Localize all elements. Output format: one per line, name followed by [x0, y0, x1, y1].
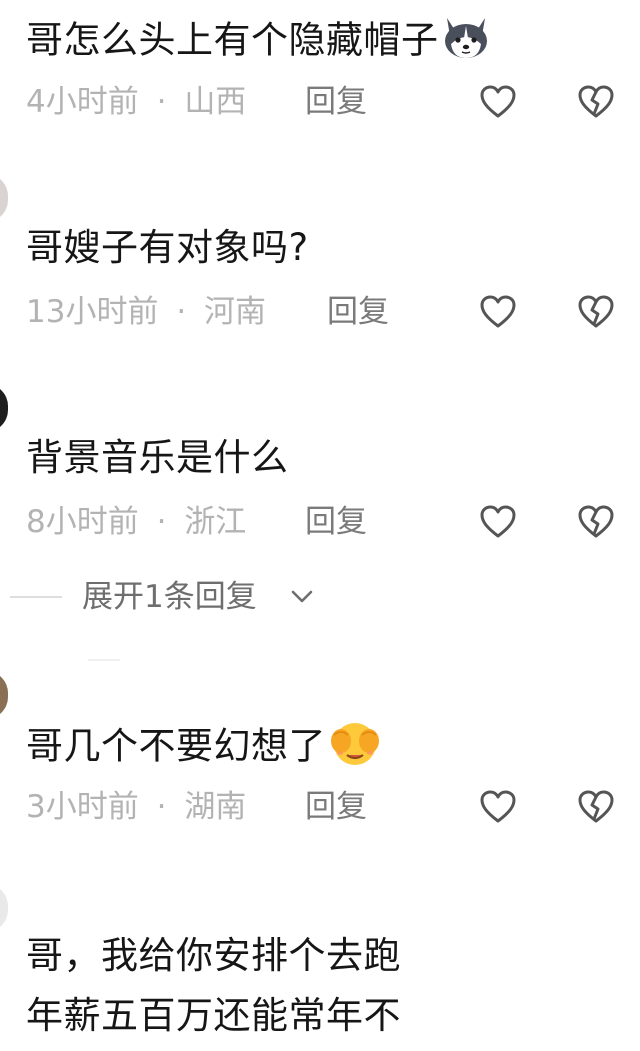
heart-outline-icon: [480, 505, 516, 538]
avatar[interactable]: [0, 384, 8, 432]
broken-heart-icon: [578, 295, 614, 328]
comment-meta: 4小时前 · 山西: [26, 82, 246, 122]
dislike-button[interactable]: [576, 82, 616, 122]
comment-text-line: 哥，我给你安排个去跑: [26, 934, 401, 977]
meta-separator: ·: [156, 504, 167, 540]
husky-dog-emoji: [441, 14, 491, 70]
comment-text-line: 年薪五百万还能常年不: [26, 994, 401, 1037]
comment-item: 哥，我给你安排个去跑 年薪五百万还能常年不: [0, 880, 640, 1051]
dislike-button[interactable]: [576, 787, 616, 827]
divider: [88, 659, 120, 661]
reply-button[interactable]: 回复: [305, 502, 367, 542]
comment-item: 哥怎么头上有个隐藏帽子 4小时前 · 山西 回复: [0, 0, 640, 140]
comment-item: 哥嫂子有对象吗? 13小时前 · 河南 回复: [0, 170, 640, 350]
comment-time: 3小时前: [26, 789, 139, 825]
comment-text: 哥怎么头上有个隐藏帽子: [26, 14, 491, 70]
comment-item: 背景音乐是什么 8小时前 · 浙江 回复: [0, 380, 640, 560]
heart-outline-icon: [480, 790, 516, 823]
meta-separator: ·: [156, 789, 167, 825]
like-button[interactable]: [478, 82, 518, 122]
face-covering-eyes-emoji: [328, 719, 382, 777]
heart-outline-icon: [480, 85, 516, 118]
expand-replies-button[interactable]: 展开1条回复: [0, 575, 640, 619]
reply-button[interactable]: 回复: [305, 82, 367, 122]
comment-text-content: 哥几个不要幻想了: [26, 724, 326, 768]
heart-outline-icon: [480, 295, 516, 328]
dislike-button[interactable]: [576, 292, 616, 332]
like-button[interactable]: [478, 292, 518, 332]
meta-separator: ·: [176, 294, 187, 330]
avatar[interactable]: [0, 884, 8, 932]
comment-meta: 13小时前 · 河南: [26, 292, 266, 332]
comment-location: 湖南: [184, 789, 247, 825]
expand-divider: [10, 596, 62, 598]
comment-text-content: 哥怎么头上有个隐藏帽子: [26, 18, 439, 62]
comment-time: 13小时前: [26, 294, 159, 330]
avatar[interactable]: [0, 174, 8, 222]
comment-time: 4小时前: [26, 84, 139, 120]
chevron-down-icon: [291, 590, 313, 603]
reply-button[interactable]: 回复: [305, 787, 367, 827]
comment-text: 哥嫂子有对象吗?: [26, 226, 309, 269]
comment-meta: 3小时前 · 湖南: [26, 787, 246, 827]
comment-item: 哥几个不要幻想了 3小时前 · 湖南 回复: [0, 665, 640, 845]
avatar[interactable]: [0, 671, 8, 719]
broken-heart-icon: [578, 505, 614, 538]
broken-heart-icon: [578, 790, 614, 823]
like-button[interactable]: [478, 787, 518, 827]
like-button[interactable]: [478, 502, 518, 542]
comment-location: 山西: [184, 84, 247, 120]
dislike-button[interactable]: [576, 502, 616, 542]
comment-text: 哥几个不要幻想了: [26, 719, 382, 777]
comment-time: 8小时前: [26, 504, 139, 540]
reply-button[interactable]: 回复: [327, 292, 389, 332]
broken-heart-icon: [578, 85, 614, 118]
comment-text: 背景音乐是什么: [26, 436, 289, 479]
comment-location: 浙江: [184, 504, 247, 540]
comment-meta: 8小时前 · 浙江: [26, 502, 246, 542]
comment-location: 河南: [204, 294, 267, 330]
expand-replies-label: 展开1条回复: [82, 579, 257, 615]
meta-separator: ·: [156, 84, 167, 120]
